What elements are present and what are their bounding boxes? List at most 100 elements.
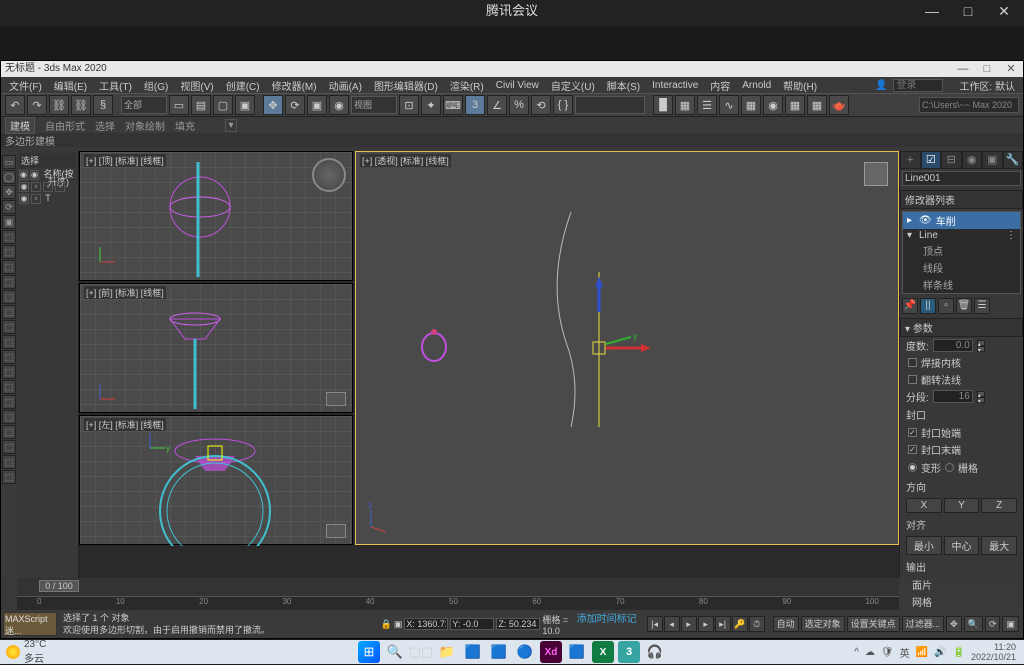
- tab-hierarchy[interactable]: ⊟: [941, 151, 962, 169]
- nav-front[interactable]: [326, 392, 346, 406]
- row-icon4[interactable]: ▫: [55, 182, 65, 192]
- vis-toggle-2[interactable]: ◉: [30, 170, 39, 180]
- menu-group[interactable]: 组(G): [140, 78, 172, 93]
- tool-13[interactable]: ⬚: [2, 350, 16, 364]
- mod-sub-spline[interactable]: 样条线: [903, 276, 1020, 293]
- tray-battery-icon[interactable]: 🔋: [953, 647, 965, 658]
- coord-x[interactable]: [404, 618, 448, 630]
- nav-max[interactable]: ▣: [1002, 616, 1019, 632]
- nav-orbit[interactable]: ⟳: [985, 616, 1001, 632]
- placement-button[interactable]: ◉: [329, 95, 349, 115]
- add-time-tag[interactable]: 添加时间标记: [571, 610, 643, 638]
- degrees-spinner[interactable]: ▴▾: [977, 340, 985, 352]
- ribbon-tab-modeling[interactable]: 建模: [5, 117, 35, 134]
- percent-snap[interactable]: %: [509, 95, 529, 115]
- edge-icon[interactable]: 🟦: [462, 641, 484, 663]
- modifier-stack[interactable]: ▸👁 车削 ▾Line⋮ 顶点 线段 样条线: [902, 211, 1021, 294]
- menu-tools[interactable]: 工具(T): [95, 78, 136, 93]
- show-end-result[interactable]: ||: [920, 298, 936, 314]
- next-frame[interactable]: ▸: [698, 616, 714, 632]
- cap-end-checkbox[interactable]: ✓: [908, 445, 917, 454]
- segments-spinner[interactable]: ▴▾: [977, 391, 985, 403]
- mod-lathe[interactable]: ▸👁 车削: [903, 212, 1020, 229]
- row-icon[interactable]: ◉: [19, 182, 29, 192]
- menu-content[interactable]: 内容: [706, 78, 734, 93]
- tool-20[interactable]: ⬚: [2, 455, 16, 469]
- tool-18[interactable]: ⬚: [2, 425, 16, 439]
- time-ruler[interactable]: 010 2030 4050 6070 8090 100: [17, 596, 899, 610]
- ribbon-tab-paint[interactable]: 对象绘制: [125, 118, 165, 133]
- render-button[interactable]: 🫖: [829, 95, 849, 115]
- move-button[interactable]: ✥: [263, 95, 283, 115]
- render-frame-button[interactable]: ▦: [807, 95, 827, 115]
- align-max-button[interactable]: 最大: [981, 536, 1017, 555]
- explorer-icon[interactable]: 📁: [436, 641, 458, 663]
- selection-filter[interactable]: 全部: [121, 96, 167, 114]
- menu-scripting[interactable]: 脚本(S): [603, 78, 644, 93]
- tray-wifi-icon[interactable]: 📶: [916, 647, 928, 658]
- unlink-button[interactable]: ⛓: [71, 95, 91, 115]
- redo-button[interactable]: ↷: [27, 95, 47, 115]
- tool-17[interactable]: ⬚: [2, 410, 16, 424]
- taskview-button[interactable]: ▢▢: [410, 641, 432, 663]
- ribbon-tab-populate[interactable]: 填充: [175, 118, 195, 133]
- weld-checkbox[interactable]: [908, 358, 917, 367]
- time-config[interactable]: ⏱: [749, 616, 765, 632]
- key-filters[interactable]: 过滤器...: [902, 616, 945, 632]
- menu-animation[interactable]: 动画(A): [325, 78, 366, 93]
- max-close[interactable]: ✕: [999, 61, 1023, 77]
- tool-10[interactable]: ⬚: [2, 305, 16, 319]
- morph-radio[interactable]: [908, 463, 917, 472]
- render-setup-button[interactable]: ▦: [785, 95, 805, 115]
- menu-create[interactable]: 创建(C): [222, 78, 264, 93]
- tool-scale[interactable]: ▣: [2, 215, 16, 229]
- nav-zoom[interactable]: 🔍: [964, 616, 983, 632]
- bind-button[interactable]: §: [93, 95, 113, 115]
- select-name-button[interactable]: ▤: [191, 95, 211, 115]
- key-mode[interactable]: 🔑: [732, 616, 748, 632]
- tool-21[interactable]: ⬚: [2, 470, 16, 484]
- max-maximize[interactable]: □: [975, 61, 999, 77]
- coord-z[interactable]: [496, 618, 540, 630]
- tool-11[interactable]: ⬚: [2, 320, 16, 334]
- prev-frame[interactable]: ◂: [664, 616, 680, 632]
- set-key[interactable]: 设置关键点: [847, 616, 900, 632]
- menu-edit[interactable]: 编辑(E): [50, 78, 91, 93]
- align-min-button[interactable]: 最小: [906, 536, 942, 555]
- nav-pan[interactable]: ✥: [946, 616, 962, 632]
- maximize-button[interactable]: □: [950, 2, 986, 22]
- tray-volume-icon[interactable]: 🔊: [934, 647, 946, 658]
- make-unique[interactable]: ▫: [938, 298, 954, 314]
- row2-icon[interactable]: ◉: [19, 194, 29, 204]
- goto-end[interactable]: ▸|: [715, 616, 731, 632]
- tool-14[interactable]: ⬚: [2, 365, 16, 379]
- play[interactable]: ▸: [681, 616, 697, 632]
- max-minimize[interactable]: —: [951, 61, 975, 77]
- mod-line[interactable]: ▾Line⋮: [903, 229, 1020, 242]
- viewport-left[interactable]: [+] [左] [标准] [线框] y: [79, 415, 353, 545]
- row-icon2[interactable]: ▫: [31, 182, 41, 192]
- tool-8[interactable]: ⬚: [2, 275, 16, 289]
- material-editor-button[interactable]: ◉: [763, 95, 783, 115]
- align-button[interactable]: ▦: [675, 95, 695, 115]
- weather-widget[interactable]: 23°C 多云: [0, 639, 52, 665]
- tab-display[interactable]: ▣: [982, 151, 1003, 169]
- timeline[interactable]: 0 / 100: [17, 578, 899, 596]
- menu-rendering[interactable]: 渲染(R): [446, 78, 488, 93]
- tool-lasso[interactable]: ◯: [2, 170, 16, 184]
- app-icon-2[interactable]: 🔵: [514, 641, 536, 663]
- angle-snap[interactable]: ∠: [487, 95, 507, 115]
- viewport-perspective[interactable]: [+] [透视] [标准] [线框] y z: [355, 151, 899, 545]
- 3dsmax-taskbar-icon[interactable]: 3: [618, 641, 640, 663]
- viewcube-top[interactable]: [312, 158, 346, 192]
- axis-x-button[interactable]: X: [906, 498, 942, 513]
- pin-stack[interactable]: 📌: [902, 298, 918, 314]
- menu-customize[interactable]: 自定义(U): [547, 78, 599, 93]
- ribbon-tab-selection[interactable]: 选择: [95, 118, 115, 133]
- tool-5[interactable]: ⬚: [2, 230, 16, 244]
- tray-security-icon[interactable]: 🛡: [881, 647, 894, 658]
- app-icon-1[interactable]: 🟦: [488, 641, 510, 663]
- named-selection-dropdown[interactable]: [575, 96, 645, 114]
- spinner-snap[interactable]: ⟲: [531, 95, 551, 115]
- mirror-button[interactable]: ▐▌: [653, 95, 673, 115]
